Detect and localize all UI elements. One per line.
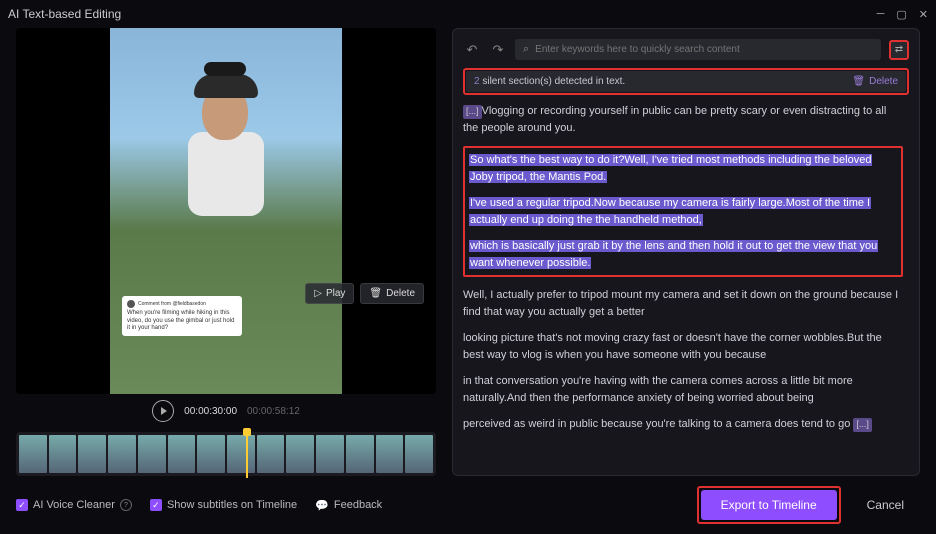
- transcript[interactable]: [...]Vlogging or recording yourself in p…: [463, 103, 909, 465]
- play-icon: ▷: [314, 288, 322, 299]
- transcript-paragraph[interactable]: in that conversation you're having with …: [463, 373, 903, 406]
- help-icon[interactable]: ?: [120, 499, 132, 511]
- main-content: Comment from @fieldbasedon When you're f…: [0, 28, 936, 476]
- playhead[interactable]: [243, 428, 251, 436]
- minimize-icon[interactable]: ─: [877, 8, 885, 21]
- play-button[interactable]: ▷Play: [305, 283, 354, 304]
- transcript-paragraph[interactable]: Well, I actually prefer to tripod mount …: [463, 287, 903, 320]
- banner-delete-button[interactable]: 🗑Delete: [852, 76, 898, 87]
- window-title: AI Text-based Editing: [8, 7, 121, 21]
- video-frame: Comment from @fieldbasedon When you're f…: [110, 28, 342, 394]
- feedback-icon: 💬: [315, 499, 329, 512]
- search-input[interactable]: [535, 44, 873, 55]
- time-current: 00:00:30:00: [184, 406, 237, 417]
- search-icon: ⌕: [523, 43, 529, 56]
- play-circle-button[interactable]: [152, 400, 174, 422]
- transcript-paragraph[interactable]: perceived as weird in public because you…: [463, 416, 903, 433]
- subtitles-toggle[interactable]: ✓Show subtitles on Timeline: [150, 499, 297, 511]
- filter-button[interactable]: ⇄: [889, 40, 909, 60]
- checkbox-icon: ✓: [16, 499, 28, 511]
- trash-icon: 🗑: [369, 288, 382, 299]
- cancel-button[interactable]: Cancel: [851, 490, 920, 520]
- export-highlight: Export to Timeline: [697, 486, 841, 524]
- transcript-paragraph[interactable]: So what's the best way to do it?Well, I'…: [469, 152, 897, 185]
- right-toolbar: ↶ ↷ ⌕ ⇄: [463, 39, 909, 60]
- silence-marker[interactable]: [...]: [463, 105, 482, 119]
- silence-marker[interactable]: [...]: [853, 418, 872, 432]
- close-icon[interactable]: ✕: [919, 8, 928, 21]
- video-preview[interactable]: Comment from @fieldbasedon When you're f…: [16, 28, 436, 394]
- comment-overlay: Comment from @fieldbasedon When you're f…: [122, 296, 242, 336]
- export-button[interactable]: Export to Timeline: [701, 490, 837, 520]
- titlebar: AI Text-based Editing ─ ▢ ✕: [0, 0, 936, 28]
- voice-cleaner-toggle[interactable]: ✓AI Voice Cleaner?: [16, 499, 132, 511]
- trash-icon: 🗑: [852, 76, 865, 87]
- left-panel: Comment from @fieldbasedon When you're f…: [16, 28, 436, 476]
- timeline-thumbnails[interactable]: [16, 432, 436, 476]
- transcript-paragraph[interactable]: which is basically just grab it by the l…: [469, 238, 897, 271]
- redo-icon[interactable]: ↷: [489, 41, 507, 59]
- transport-bar: 00:00:30:00 00:00:58:12: [16, 394, 436, 428]
- preview-actions: ▷Play 🗑Delete: [305, 283, 424, 304]
- transcript-paragraph[interactable]: I've used a regular tripod.Now because m…: [469, 195, 897, 228]
- window-controls: ─ ▢ ✕: [877, 8, 928, 21]
- silent-banner-text: 2 silent section(s) detected in text.: [474, 76, 625, 87]
- silent-banner: 2 silent section(s) detected in text. 🗑D…: [463, 68, 909, 95]
- footer-right: Export to Timeline Cancel: [697, 486, 920, 524]
- undo-icon[interactable]: ↶: [463, 41, 481, 59]
- transcript-paragraph[interactable]: [...]Vlogging or recording yourself in p…: [463, 103, 903, 136]
- comment-author: Comment from @fieldbasedon: [138, 301, 206, 307]
- maximize-icon[interactable]: ▢: [896, 8, 906, 21]
- delete-button[interactable]: 🗑Delete: [360, 283, 424, 304]
- right-panel: ↶ ↷ ⌕ ⇄ 2 silent section(s) detected in …: [452, 28, 920, 476]
- checkbox-icon: ✓: [150, 499, 162, 511]
- comment-text: When you're filming while hiking in this…: [127, 310, 234, 330]
- footer: ✓AI Voice Cleaner? ✓Show subtitles on Ti…: [0, 476, 936, 534]
- highlighted-group: So what's the best way to do it?Well, I'…: [463, 146, 903, 277]
- feedback-button[interactable]: 💬Feedback: [315, 499, 382, 512]
- search-container: ⌕: [515, 39, 881, 60]
- footer-left: ✓AI Voice Cleaner? ✓Show subtitles on Ti…: [16, 499, 382, 512]
- time-total: 00:00:58:12: [247, 406, 300, 417]
- transcript-paragraph[interactable]: looking picture that's not moving crazy …: [463, 330, 903, 363]
